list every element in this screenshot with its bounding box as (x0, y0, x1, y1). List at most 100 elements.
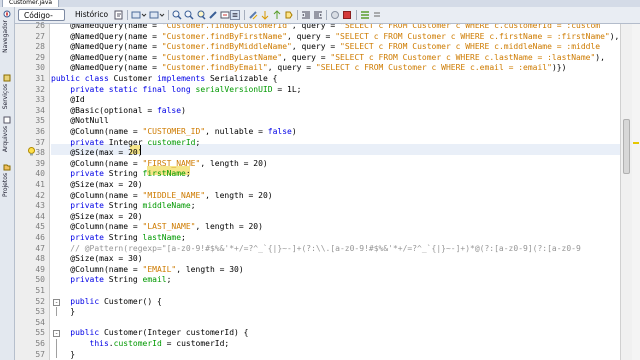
code-token: , length = 20) (195, 222, 263, 232)
find-selection-icon[interactable] (196, 10, 206, 20)
code-token: "CUSTOMER_ID" (142, 127, 206, 136)
previous-bookmark-icon[interactable] (260, 10, 270, 20)
code-token: , query = (291, 42, 340, 52)
code-token: "Customer.findByCustomerId" (161, 24, 292, 30)
find-previous-icon[interactable] (172, 10, 182, 20)
code-token: , length = 30) (176, 264, 244, 274)
code-token: "Customer.findByMiddleName" (161, 42, 292, 52)
code-editor[interactable]: @NamedQuery(name = "Customer.findByCusto… (51, 24, 620, 360)
side-tab-files[interactable]: Arquivos (1, 115, 13, 157)
error-stripe-mark[interactable] (633, 142, 639, 144)
side-tab-navigator[interactable]: Navegador (1, 9, 13, 53)
line-number: 41 (35, 180, 45, 189)
toggle-highlight-icon[interactable] (220, 10, 230, 20)
start-macro-recording-icon[interactable] (330, 10, 340, 20)
code-token: private (51, 169, 109, 179)
line-number: 53 (35, 307, 45, 317)
side-tab-projects[interactable]: Projetos (1, 162, 13, 204)
shift-left-icon[interactable] (301, 10, 311, 20)
code-line: @NamedQuery(name = "Customer.findByMiddl… (51, 42, 600, 53)
code-token: @Size(max = 20) (51, 211, 143, 221)
vertical-scrollbar[interactable] (620, 24, 632, 360)
comment-lines-icon[interactable] (360, 10, 370, 20)
code-token: } (51, 349, 76, 359)
code-token: , query = (282, 52, 331, 62)
hint-lightbulb-icon[interactable] (27, 147, 36, 156)
line-number: 46 (35, 233, 45, 242)
uncomment-lines-icon[interactable] (372, 10, 382, 20)
code-token: } (51, 307, 76, 317)
code-token: // @Pattern(regexp="[a-z0-9!#$%&'*+/=?^_… (51, 243, 581, 253)
line-number: 34 (35, 105, 45, 115)
code-token: private (51, 201, 109, 211)
line-number: 45 (35, 222, 45, 232)
chevron-down-icon[interactable] (159, 10, 165, 20)
line-number: 31 (35, 74, 45, 83)
code-line: private Integer customerId; (51, 138, 200, 149)
forward-icon[interactable] (149, 10, 159, 20)
last-edit-icon[interactable] (114, 10, 124, 20)
line-number: 48 (35, 254, 45, 264)
code-token: () { (142, 296, 162, 306)
code-token: String (108, 169, 143, 179)
line-number: 43 (35, 201, 45, 211)
code-token: @Column(name = (51, 158, 143, 168)
bookmark-icon[interactable] (248, 10, 258, 20)
code-line: @Id (51, 95, 84, 106)
stop-macro-recording-icon[interactable] (342, 10, 352, 20)
code-token: @NamedQuery(name = (51, 42, 162, 52)
code-line: public class Customer implements Seriali… (51, 74, 277, 85)
code-line: private String middleName; (51, 201, 195, 212)
code-line: @Size(max = 20) (51, 148, 142, 159)
code-token: @Column(name = (51, 127, 143, 136)
code-token: private (51, 275, 109, 285)
code-token: @Column(name = (51, 190, 143, 200)
code-token: Customer (103, 296, 143, 306)
line-number: 36 (35, 127, 45, 136)
code-token: @Column(name = (51, 264, 143, 274)
side-tab-label: Projetos (2, 173, 9, 198)
tab-source[interactable]: Código-Fonte (18, 9, 65, 32)
code-line: } (51, 350, 75, 360)
scrollbar-thumb[interactable] (623, 119, 630, 174)
find-next-icon[interactable] (184, 10, 194, 20)
line-number: 40 (35, 169, 45, 179)
code-token: public (51, 296, 104, 306)
error-stripe[interactable] (632, 24, 640, 360)
toggle-bookmark-icon[interactable] (284, 10, 294, 20)
code-token: ; (181, 233, 186, 242)
code-token: public (51, 328, 104, 338)
code-token: Serializable { (209, 74, 278, 83)
code-line: @Column(name = "EMAIL", length = 30) (51, 264, 244, 276)
code-token: "EMAIL" (142, 264, 177, 274)
code-line: @Size(max = 20) (51, 211, 143, 223)
code-line: @Column(name = "MIDDLE_NAME", length = 2… (51, 190, 272, 202)
line-number: 32 (35, 84, 45, 94)
code-token: String (108, 233, 143, 242)
code-token: Customer (103, 328, 143, 338)
next-bookmark-icon[interactable] (272, 10, 282, 20)
shift-right-icon[interactable] (313, 10, 323, 20)
chevron-down-icon[interactable] (141, 10, 147, 20)
code-line: private String lastName; (51, 233, 186, 244)
side-tab-services[interactable]: Serviços (1, 73, 13, 111)
code-line: private static final long serialVersionU… (51, 85, 301, 96)
toggle-rectangular-selection-icon[interactable] (230, 10, 240, 20)
line-number: 27 (35, 31, 45, 41)
code-token: private (51, 137, 109, 147)
next-match-icon[interactable] (208, 10, 218, 20)
code-token: Integer (108, 137, 148, 147)
code-token: Customer (113, 74, 157, 83)
tab-history[interactable]: Histórico (70, 9, 110, 21)
code-token: this (51, 339, 109, 348)
code-token: ; (195, 137, 201, 147)
code-token: , nullable = (205, 127, 268, 136)
code-token: "SELECT c FROM Customer c WHERE c.email … (315, 63, 552, 73)
code-line: public Customer(Integer customerId) { (51, 328, 248, 339)
code-line: } (51, 307, 75, 318)
code-token: customerId (113, 339, 162, 348)
line-number: 26 (35, 21, 45, 30)
back-icon[interactable] (131, 10, 141, 20)
netbeans-editor-window: Customer.java Código-Fonte Histórico (0, 0, 640, 360)
code-line: @NamedQuery(name = "Customer.findByCusto… (51, 24, 600, 32)
